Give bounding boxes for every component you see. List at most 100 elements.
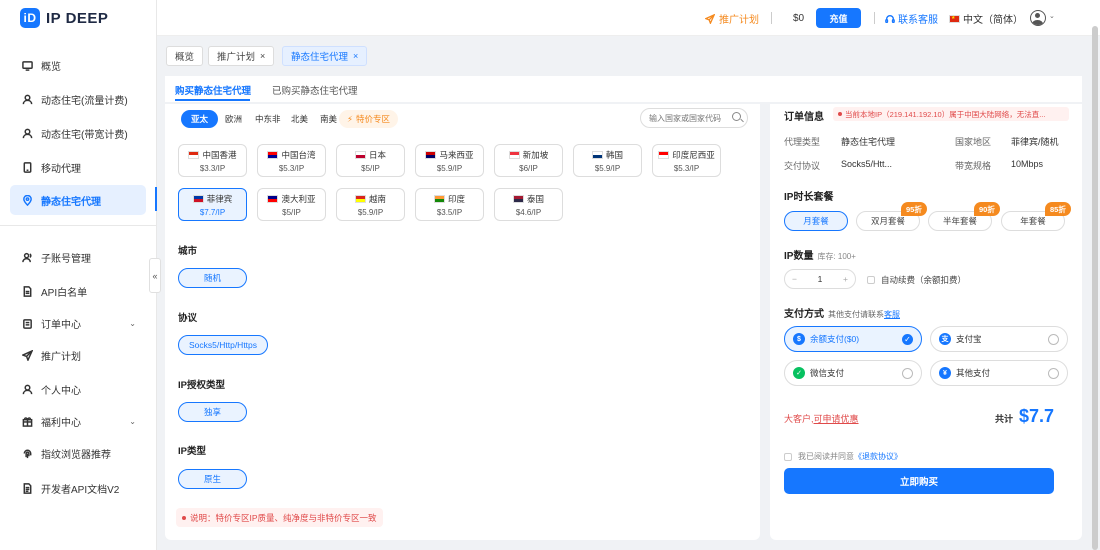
chevron-down-icon[interactable]: ⌄: [1049, 12, 1055, 20]
sidebar-item-mobile-proxy[interactable]: 移动代理: [10, 154, 146, 180]
country-label: 越南: [368, 193, 386, 204]
check-circle-icon[interactable]: ✓: [902, 333, 913, 345]
flag-icon: [425, 150, 437, 159]
minus-icon[interactable]: −: [792, 274, 797, 284]
promotion-link[interactable]: 推广计划: [705, 10, 759, 27]
sidebar-item-developer-api[interactable]: 开发者API文档V2: [10, 475, 146, 501]
country-card[interactable]: 新加坡 $6/IP: [494, 144, 563, 177]
tab-promotion[interactable]: 推广计划 ×: [208, 46, 275, 66]
service-label: 联系客服: [898, 15, 938, 26]
payment-label: 余额支付($0): [810, 334, 860, 344]
country-name: 新加坡: [508, 149, 549, 161]
avatar[interactable]: [1030, 10, 1046, 26]
mobile-icon: [21, 161, 33, 173]
ip-type-option-native[interactable]: 原生: [178, 469, 247, 489]
country-card[interactable]: 印度尼西亚 $5.3/IP: [652, 144, 721, 177]
plus-icon[interactable]: +: [843, 274, 848, 284]
country-card[interactable]: 印度 $3.5/IP: [415, 188, 484, 221]
country-name: 泰国: [512, 193, 544, 205]
agreement-checkbox[interactable]: 我已阅读并同意《退款协议》: [784, 451, 902, 462]
sidebar-item-label: 静态住宅代理: [41, 196, 101, 208]
country-card[interactable]: 韩国 $5.9/IP: [573, 144, 642, 177]
close-icon[interactable]: ×: [260, 51, 265, 61]
auth-option-exclusive[interactable]: 独享: [178, 402, 247, 422]
sidebar-item-orders[interactable]: 订单中心 ⌄: [10, 310, 146, 336]
pay-alipay-option[interactable]: 支支付宝: [930, 326, 1068, 352]
country-card[interactable]: 日本 $5/IP: [336, 144, 405, 177]
china-flag-icon: ★: [949, 14, 960, 23]
country-price: $3.5/IP: [436, 207, 463, 217]
protocol-option[interactable]: Socks5/Http/Https: [178, 335, 269, 355]
sidebar-item-subaccounts[interactable]: 子账号管理: [10, 244, 146, 270]
search-icon[interactable]: [732, 112, 741, 121]
contact-service-link[interactable]: 联系客服: [885, 10, 938, 27]
tab-overview[interactable]: 概览: [166, 46, 204, 66]
country-label: 泰国: [526, 193, 544, 204]
country-card[interactable]: 马来西亚 $5.9/IP: [415, 144, 484, 177]
country-card[interactable]: 澳大利亚 $5/IP: [257, 188, 326, 221]
recharge-button[interactable]: 充值: [816, 8, 861, 28]
document-icon: [21, 285, 33, 297]
country-card[interactable]: 泰国 $4.6/IP: [494, 188, 563, 221]
sidebar-item-fingerprint-browser[interactable]: 指纹浏览器推荐: [10, 440, 146, 466]
subtab-indicator: [175, 99, 250, 101]
city-option-random[interactable]: 随机: [178, 268, 247, 288]
pay-balance-option[interactable]: $ 余额支付($0) ✓: [784, 326, 922, 352]
sidebar-item-static-residential[interactable]: 静态住宅代理: [10, 185, 146, 215]
buy-now-button[interactable]: 立即购买: [784, 468, 1054, 494]
region-tab-asia-pacific[interactable]: 亚太: [181, 110, 219, 128]
country-card[interactable]: 菲律宾 $7.7/IP: [178, 188, 247, 221]
tab-static-residential[interactable]: 静态住宅代理 ×: [282, 46, 368, 66]
quantity-stepper[interactable]: − 1 +: [784, 269, 856, 289]
pay-balance-icon: $: [793, 333, 805, 345]
language-selector[interactable]: ★ 中文（简体）: [949, 10, 1023, 27]
tab-label: 概览: [175, 52, 195, 63]
radio-icon[interactable]: [1048, 333, 1059, 345]
payment-label: 支付方式: [784, 309, 824, 320]
note-text: 说明：特价专区IP质量、纯净度与非特价专区一致: [190, 512, 377, 523]
sidebar-collapse-button[interactable]: «: [149, 258, 161, 293]
notice-text: 当前本地IP（219.141.192.10）属于中国大陆网络，无法直...: [845, 109, 1046, 119]
total-price: 共计 $7.7: [995, 406, 1054, 427]
country-name: 印度: [433, 193, 465, 205]
close-icon[interactable]: ×: [353, 51, 358, 61]
quantity-value[interactable]: 1: [818, 274, 823, 284]
sidebar-item-dynamic-bandwidth[interactable]: 动态住宅(带宽计费): [10, 120, 146, 146]
sidebar-item-overview[interactable]: 概览: [10, 52, 146, 78]
region-tab-special-offer[interactable]: ⚡ 特价专区: [339, 110, 398, 128]
apply-discount-link[interactable]: 可申请优惠: [814, 414, 859, 424]
sidebar-item-label: 移动代理: [41, 163, 81, 175]
checkbox[interactable]: [867, 276, 875, 284]
flag-icon: [591, 150, 603, 159]
flag-icon: [192, 194, 204, 203]
sidebar-item-welfare[interactable]: 福利中心 ⌄: [10, 408, 146, 434]
country-label: 新加坡: [522, 149, 549, 160]
sidebar-item-api-whitelist[interactable]: API白名单: [10, 278, 146, 304]
sidebar-item-dynamic-traffic[interactable]: 动态住宅(流量计费): [10, 86, 146, 112]
page-scrollbar[interactable]: [1092, 26, 1098, 550]
country-card[interactable]: 越南 $5.9/IP: [336, 188, 405, 221]
plan-monthly[interactable]: 月套餐: [784, 211, 848, 231]
logo[interactable]: iD IP DEEP: [20, 8, 108, 28]
field-value: 10Mbps: [1011, 159, 1044, 169]
sidebar-item-label: 推广计划: [41, 351, 81, 363]
refund-agreement-link[interactable]: 《退款协议》: [854, 452, 902, 461]
subtab-buy[interactable]: 购买静态住宅代理: [175, 83, 251, 97]
field-label: 带宽规格: [955, 161, 992, 171]
flag-icon: [267, 150, 279, 159]
radio-icon[interactable]: [902, 367, 913, 379]
checkbox[interactable]: [784, 452, 792, 461]
pay-wechat-option[interactable]: ✓ 微信支付: [784, 360, 922, 386]
country-card[interactable]: 中国香港 $3.3/IP: [178, 144, 247, 177]
subtab-purchased[interactable]: 已购买静态住宅代理: [272, 83, 358, 97]
sidebar-item-promotion[interactable]: 推广计划: [10, 342, 146, 368]
product-config-panel: 亚太 欧洲 中东非 北美 南美 ⚡ 特价专区 中国香港$3.3/IP中国台湾$5…: [165, 104, 760, 540]
chevron-down-icon: ⌄: [129, 318, 136, 328]
sidebar-item-profile[interactable]: 个人中心: [10, 376, 146, 402]
country-card[interactable]: 中国台湾 $5.3/IP: [257, 144, 326, 177]
country-price: $7.7/IP: [199, 207, 226, 217]
radio-icon[interactable]: [1048, 367, 1059, 379]
pay-other-option[interactable]: ¥ 其他支付: [930, 360, 1068, 386]
auto-renew-checkbox[interactable]: 自动续费（余额扣费）: [867, 274, 966, 286]
service-link[interactable]: 客服: [884, 310, 900, 319]
